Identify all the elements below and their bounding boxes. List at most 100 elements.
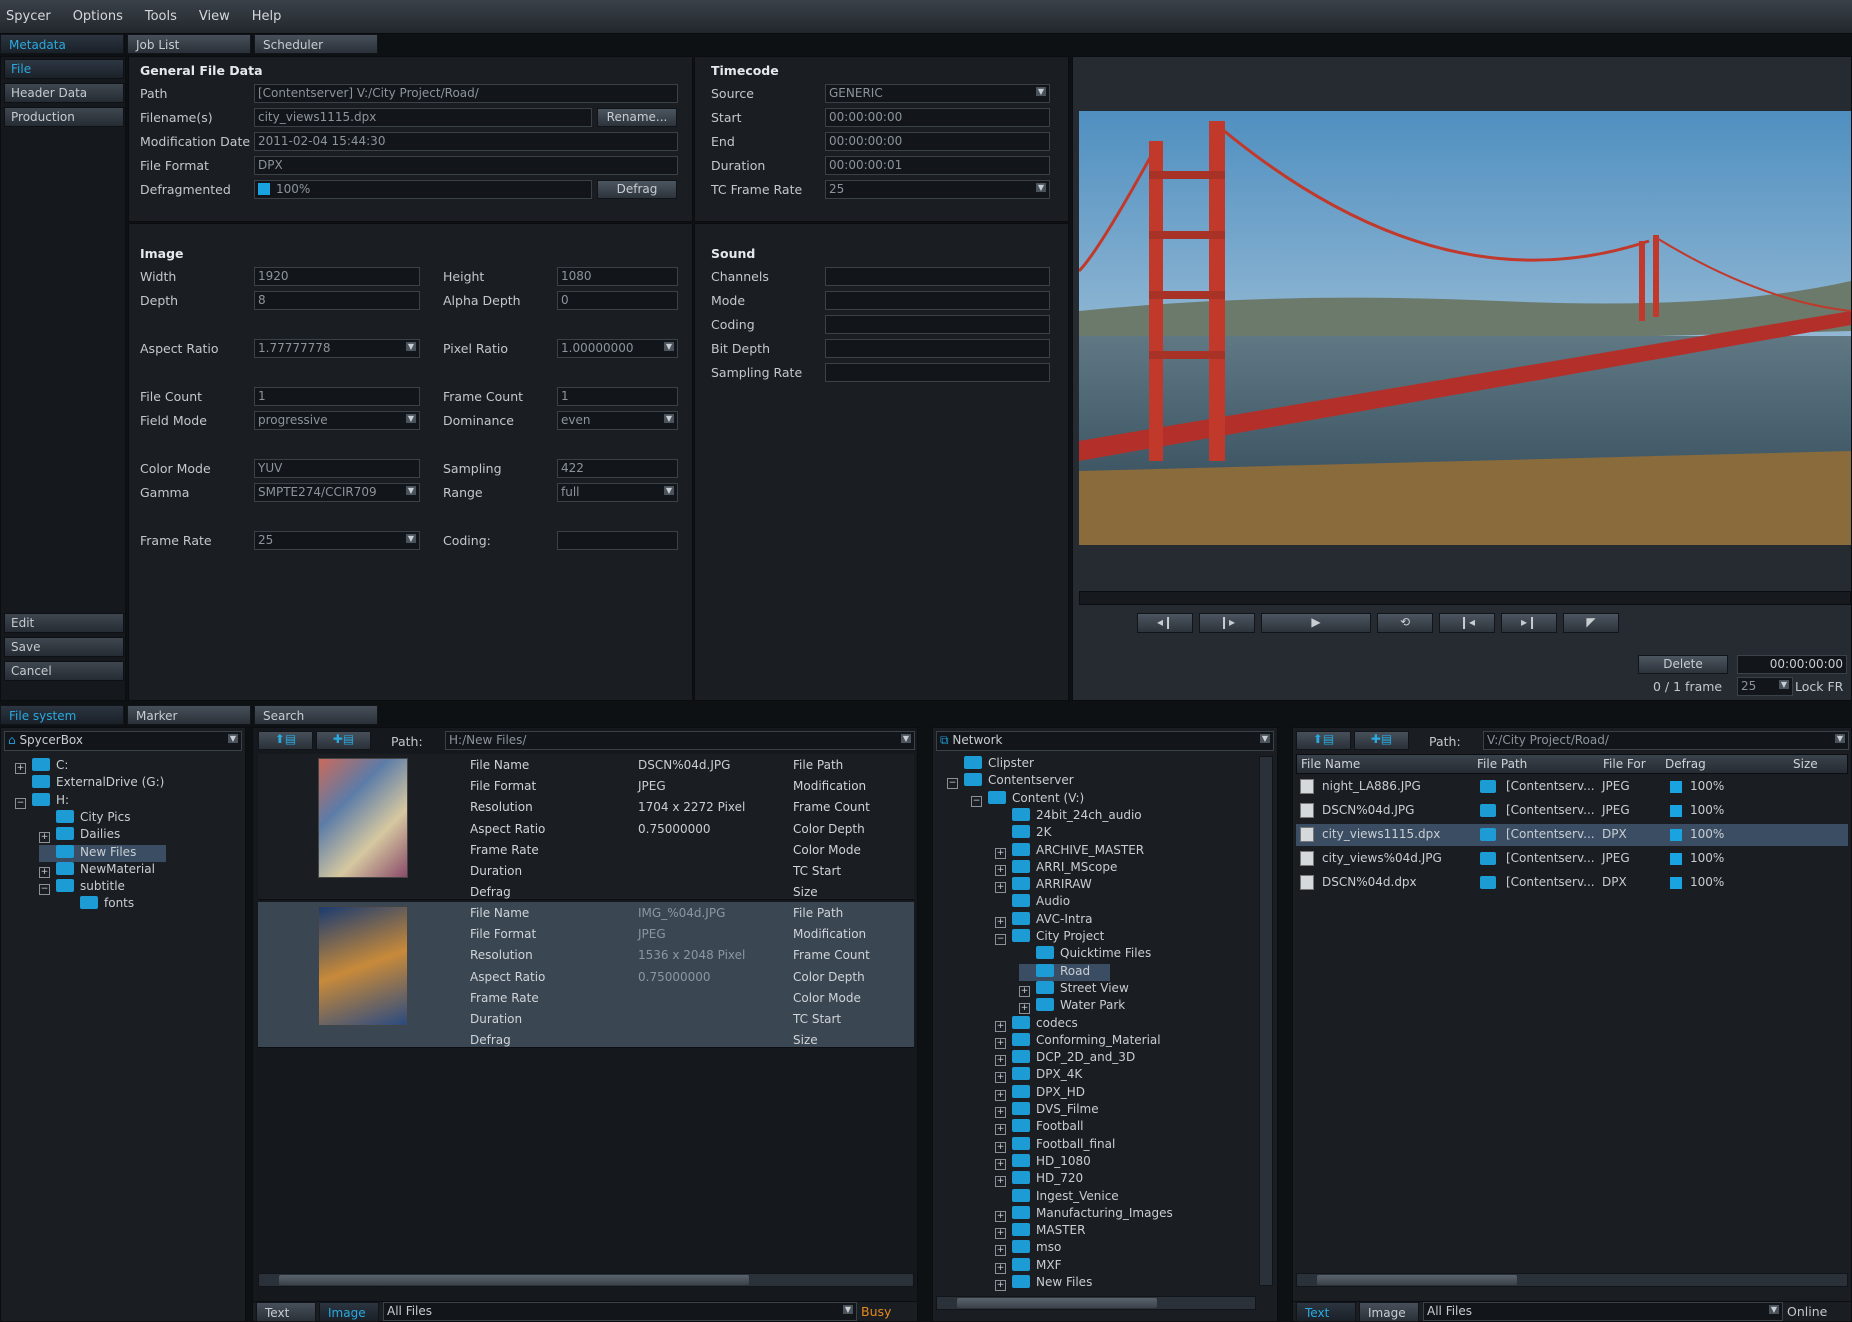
network-item[interactable]: + Water Park [1019,998,1145,1015]
frame-rate-select[interactable]: 25 [254,531,420,550]
network-item[interactable]: + HD_720 [995,1171,1103,1188]
table-row[interactable]: city_views1115.dpx [Contentserv... DPX 100% [1296,824,1848,846]
expand-icon[interactable]: + [995,1055,1006,1067]
coding-field[interactable] [557,531,678,550]
network-item[interactable]: + Football_final [995,1136,1135,1154]
network-item[interactable]: + ARRIRAW [995,877,1112,894]
tab-search[interactable]: Search [254,705,378,725]
network-item[interactable]: Ingest_Venice [995,1188,1139,1206]
root-select[interactable]: ⌂ SpycerBox [4,731,242,751]
network-item[interactable]: + DPX_HD [995,1084,1105,1102]
tree-item[interactable]: fonts [63,896,164,913]
network-item[interactable]: − City Project [995,929,1124,946]
cancel-button[interactable]: Cancel [4,661,124,681]
network-item[interactable]: + DPX_4K [995,1067,1102,1084]
network-item[interactable]: + DVS_Filme [995,1102,1119,1119]
network-hscroll[interactable] [936,1296,1256,1310]
tab-file-system[interactable]: File system [0,705,124,725]
network-item[interactable]: + HD_1080 [995,1153,1111,1171]
marker-button[interactable]: ◤ [1563,613,1619,633]
folder-up-icon-2[interactable]: ⬆▤ [1296,731,1351,750]
expand-icon[interactable]: + [15,763,26,774]
tree-item[interactable]: − subtitle [39,879,155,896]
file-list-path-field[interactable]: V:/City Project/Road/ [1483,731,1849,750]
save-button[interactable]: Save [4,637,124,657]
collapse-icon[interactable]: − [995,934,1006,945]
network-item[interactable]: + Conforming_Material [995,1032,1181,1050]
collapse-icon[interactable]: − [15,797,26,809]
network-item[interactable]: Road [1019,963,1111,981]
network-hscroll-thumb[interactable] [957,1298,1157,1308]
browser-path-field[interactable]: H:/New Files/ [445,731,915,750]
height-field[interactable]: 1080 [557,267,678,286]
expand-icon[interactable]: + [995,916,1006,928]
browser-scrollbar[interactable] [258,1273,914,1287]
lock-fr-label[interactable]: Lock FR [1795,679,1843,694]
timeline-scrubber[interactable] [1079,591,1851,605]
rename-button[interactable]: Rename... [597,108,677,127]
step-forward-button[interactable]: ❙▸ [1199,613,1255,633]
folder-up-icon[interactable]: ⬆▤ [258,731,313,750]
network-item[interactable]: + Manufacturing_Images [995,1205,1193,1223]
network-item[interactable]: + Football [995,1119,1104,1136]
format-field[interactable]: DPX [254,156,678,175]
side-item-header-data[interactable]: Header Data [4,83,124,103]
menu-tools[interactable]: Tools [145,9,177,24]
list-image-button[interactable]: Image [1359,1302,1419,1322]
column-header[interactable]: File Name [1301,757,1360,775]
edit-button[interactable]: Edit [4,613,124,633]
sound-coding-field[interactable] [825,315,1050,334]
expand-icon[interactable]: + [995,1072,1006,1084]
new-folder-icon[interactable]: ✚▤ [316,731,371,750]
start-field[interactable]: 00:00:00:00 [825,108,1050,127]
file-count-field[interactable]: 1 [254,387,420,406]
thumbnail-card[interactable]: File Name IMG_%04d.JPG File Path File Forma… [258,902,914,1048]
new-folder-icon-2[interactable]: ✚▤ [1354,731,1409,750]
color-mode-field[interactable]: YUV [254,459,420,478]
expand-icon[interactable]: + [995,1124,1006,1136]
tab-metadata[interactable]: Metadata [0,34,124,54]
table-row[interactable]: city_views%04d.JPG [Contentserv... JPEG 100… [1296,848,1848,870]
side-item-file[interactable]: File [4,59,124,79]
network-item[interactable]: + ARCHIVE_MASTER [995,842,1164,860]
table-row[interactable]: DSCN%04d.dpx [Contentserv... DPX 100% [1296,872,1848,894]
expand-icon[interactable]: + [995,1107,1006,1118]
tc-rate-select[interactable]: 25 [825,180,1050,199]
expand-icon[interactable]: + [995,1210,1006,1222]
expand-icon[interactable]: + [995,1020,1006,1032]
tree-item[interactable]: + Dailies [39,827,150,844]
file-list-scrollbar[interactable] [1296,1273,1848,1287]
goto-end-button[interactable]: ▸❙ [1501,613,1557,633]
collapse-icon[interactable]: − [947,778,958,790]
moddate-field[interactable]: 2011-02-04 15:44:30 [254,132,678,151]
expand-icon[interactable]: + [995,1037,1006,1049]
list-text-button[interactable]: Text [1296,1302,1356,1322]
expand-icon[interactable]: + [995,1141,1006,1153]
step-back-button[interactable]: ◂❙ [1137,613,1193,633]
channels-field[interactable] [825,267,1050,286]
network-item[interactable]: + MASTER [995,1223,1105,1240]
view-text-button[interactable]: Text [256,1302,316,1322]
network-item[interactable]: + codecs [995,1015,1098,1033]
browser-filter-select[interactable]: All Files [383,1302,857,1321]
network-item[interactable]: Quicktime Files [1019,946,1171,963]
network-item[interactable]: − Content (V:) [971,790,1104,808]
network-vscroll[interactable] [1259,756,1273,1286]
tab-job-list[interactable]: Job List [127,34,251,54]
expand-icon[interactable]: + [1019,985,1030,997]
list-filter-select[interactable]: All Files [1423,1302,1783,1321]
column-header[interactable]: File For [1603,757,1646,775]
expand-icon[interactable]: + [995,1089,1006,1101]
network-item[interactable]: + MXF [995,1257,1081,1275]
sampling-rate-field[interactable] [825,363,1050,382]
alpha-depth-field[interactable]: 0 [557,291,678,310]
network-item[interactable]: Clipster [947,756,1054,773]
network-item[interactable]: + AVC-Intra [995,911,1113,929]
duration-field[interactable]: 00:00:00:01 [825,156,1050,175]
tab-scheduler[interactable]: Scheduler [254,34,378,54]
tree-item[interactable]: City Pics [39,809,161,827]
tab-marker[interactable]: Marker [127,705,251,725]
path-field[interactable]: [Contentserver] V:/City Project/Road/ [254,84,678,103]
play-button[interactable]: ▶ [1261,613,1371,633]
field-mode-select[interactable]: progressive [254,411,420,430]
